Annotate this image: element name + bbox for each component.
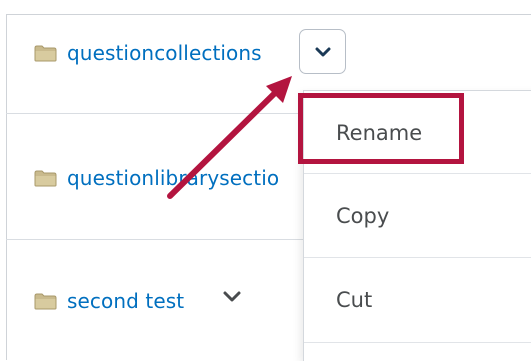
annotation-arrow bbox=[167, 76, 292, 199]
